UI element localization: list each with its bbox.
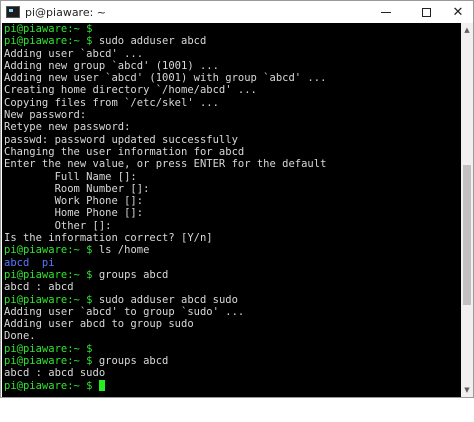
terminal-line: pi@piaware:~ $ sudo adduser abcd sudo xyxy=(2,294,461,306)
output-text: Is the information correct? [Y/n] xyxy=(4,232,213,245)
output-text: Changing the user information for abcd xyxy=(4,145,245,158)
command-text: groups abcd xyxy=(92,355,169,368)
output-text: Retype new password: xyxy=(4,121,131,134)
terminal-output[interactable]: pi@piaware:~ $ pi@piaware:~ $ sudo adduse… xyxy=(2,23,461,397)
terminal-line: Retype new password: xyxy=(2,121,461,133)
scroll-thumb[interactable] xyxy=(463,164,471,305)
terminal-line: Other []: xyxy=(2,220,461,232)
output-text: Creating home directory `/home/abcd' ... xyxy=(4,84,257,97)
terminal-line: Adding user abcd to group sudo xyxy=(2,318,461,330)
command-text: sudo adduser abcd sudo xyxy=(92,293,238,306)
output-text: Adding new group `abcd' (1001) ... xyxy=(4,59,219,72)
output-text: Done. xyxy=(4,330,36,343)
terminal-window: pi@piaware: ~ ✕ pi@piaware:~ $ pi@piaware… xyxy=(0,0,474,398)
output-text: Adding user `abcd' ... xyxy=(4,47,144,60)
output-text: Adding user abcd to group sudo xyxy=(4,318,194,331)
terminal-line: pi@piaware:~ $ sudo adduser abcd xyxy=(2,35,461,47)
output-text: Adding user `abcd' to group `sudo' ... xyxy=(4,305,245,318)
terminal-line: Home Phone []: xyxy=(2,207,461,219)
shell-prompt: pi@piaware:~ $ xyxy=(4,35,93,48)
minimize-button[interactable] xyxy=(369,1,403,23)
shell-prompt: pi@piaware:~ $ xyxy=(4,355,93,368)
terminal-line: Copying files from `/etc/skel' ... xyxy=(2,97,461,109)
terminal-line: passwd: password updated successfully xyxy=(2,134,461,146)
maximize-icon xyxy=(421,7,431,17)
vertical-scrollbar[interactable]: ▲ ▼ xyxy=(461,23,473,397)
shell-prompt: pi@piaware:~ $ xyxy=(4,268,93,281)
output-text: Adding new user `abcd' (1001) with group… xyxy=(4,72,327,85)
window-title: pi@piaware: ~ xyxy=(25,5,107,19)
output-text: abcd : abcd sudo xyxy=(4,367,106,380)
output-text: Full Name []: xyxy=(4,170,137,183)
terminal-line: pi@piaware:~ $ xyxy=(2,23,461,35)
terminal-line: Work Phone []: xyxy=(2,195,461,207)
output-text: passwd: password updated successfully xyxy=(4,133,238,146)
shell-prompt: pi@piaware:~ $ xyxy=(4,244,93,257)
output-text: Other []: xyxy=(4,219,112,232)
output-text: abcd pi xyxy=(4,256,55,269)
output-text: abcd : abcd xyxy=(4,281,74,294)
terminal-line: abcd pi xyxy=(2,257,461,269)
shell-prompt: pi@piaware:~ $ xyxy=(4,379,93,392)
terminal-line: abcd : abcd sudo xyxy=(2,367,461,379)
arrow-down-icon: ▼ xyxy=(464,386,470,394)
output-text: Room Number []: xyxy=(4,182,150,195)
terminal-line: pi@piaware:~ $ xyxy=(2,343,461,355)
output-text: Home Phone []: xyxy=(4,207,144,220)
scroll-up-button[interactable]: ▲ xyxy=(461,23,473,37)
terminal-line: pi@piaware:~ $ xyxy=(2,379,461,392)
output-text: Enter the new value, or press ENTER for … xyxy=(4,158,327,171)
terminal-line: Changing the user information for abcd xyxy=(2,146,461,158)
terminal-line: Adding user `abcd' to group `sudo' ... xyxy=(2,306,461,318)
text-cursor xyxy=(98,379,105,391)
output-text: New password: xyxy=(4,109,87,122)
output-text: Copying files from `/etc/skel' ... xyxy=(4,96,219,109)
terminal-line: Adding new user `abcd' (1001) with group… xyxy=(2,72,461,84)
terminal-line: Creating home directory `/home/abcd' ... xyxy=(2,84,461,96)
terminal-line: Adding user `abcd' ... xyxy=(2,48,461,60)
terminal-line: Adding new group `abcd' (1001) ... xyxy=(2,60,461,72)
command-text: ls /home xyxy=(92,244,150,257)
terminal-line: pi@piaware:~ $ ls /home xyxy=(2,244,461,256)
terminal-line: Full Name []: xyxy=(2,171,461,183)
minimize-icon xyxy=(381,11,391,13)
terminal-icon[interactable] xyxy=(6,6,20,18)
terminal-line: Enter the new value, or press ENTER for … xyxy=(2,158,461,170)
terminal-line: New password: xyxy=(2,109,461,121)
command-text: groups abcd xyxy=(92,268,169,281)
close-button[interactable]: ✕ xyxy=(441,1,474,23)
maximize-button[interactable] xyxy=(409,1,443,23)
shell-prompt: pi@piaware:~ $ xyxy=(4,23,93,35)
command-text: sudo adduser abcd xyxy=(92,35,207,48)
close-icon: ✕ xyxy=(452,4,464,20)
scroll-down-button[interactable]: ▼ xyxy=(461,383,473,397)
terminal-line: abcd : abcd xyxy=(2,281,461,293)
terminal-line: Is the information correct? [Y/n] xyxy=(2,232,461,244)
terminal-line: pi@piaware:~ $ groups abcd xyxy=(2,355,461,367)
title-bar[interactable]: pi@piaware: ~ ✕ xyxy=(1,1,473,23)
terminal-line: Room Number []: xyxy=(2,183,461,195)
arrow-up-icon: ▲ xyxy=(464,26,470,34)
terminal-line: Done. xyxy=(2,330,461,342)
shell-prompt: pi@piaware:~ $ xyxy=(4,342,93,355)
shell-prompt: pi@piaware:~ $ xyxy=(4,293,93,306)
output-text: Work Phone []: xyxy=(4,195,144,208)
terminal-line: pi@piaware:~ $ groups abcd xyxy=(2,269,461,281)
